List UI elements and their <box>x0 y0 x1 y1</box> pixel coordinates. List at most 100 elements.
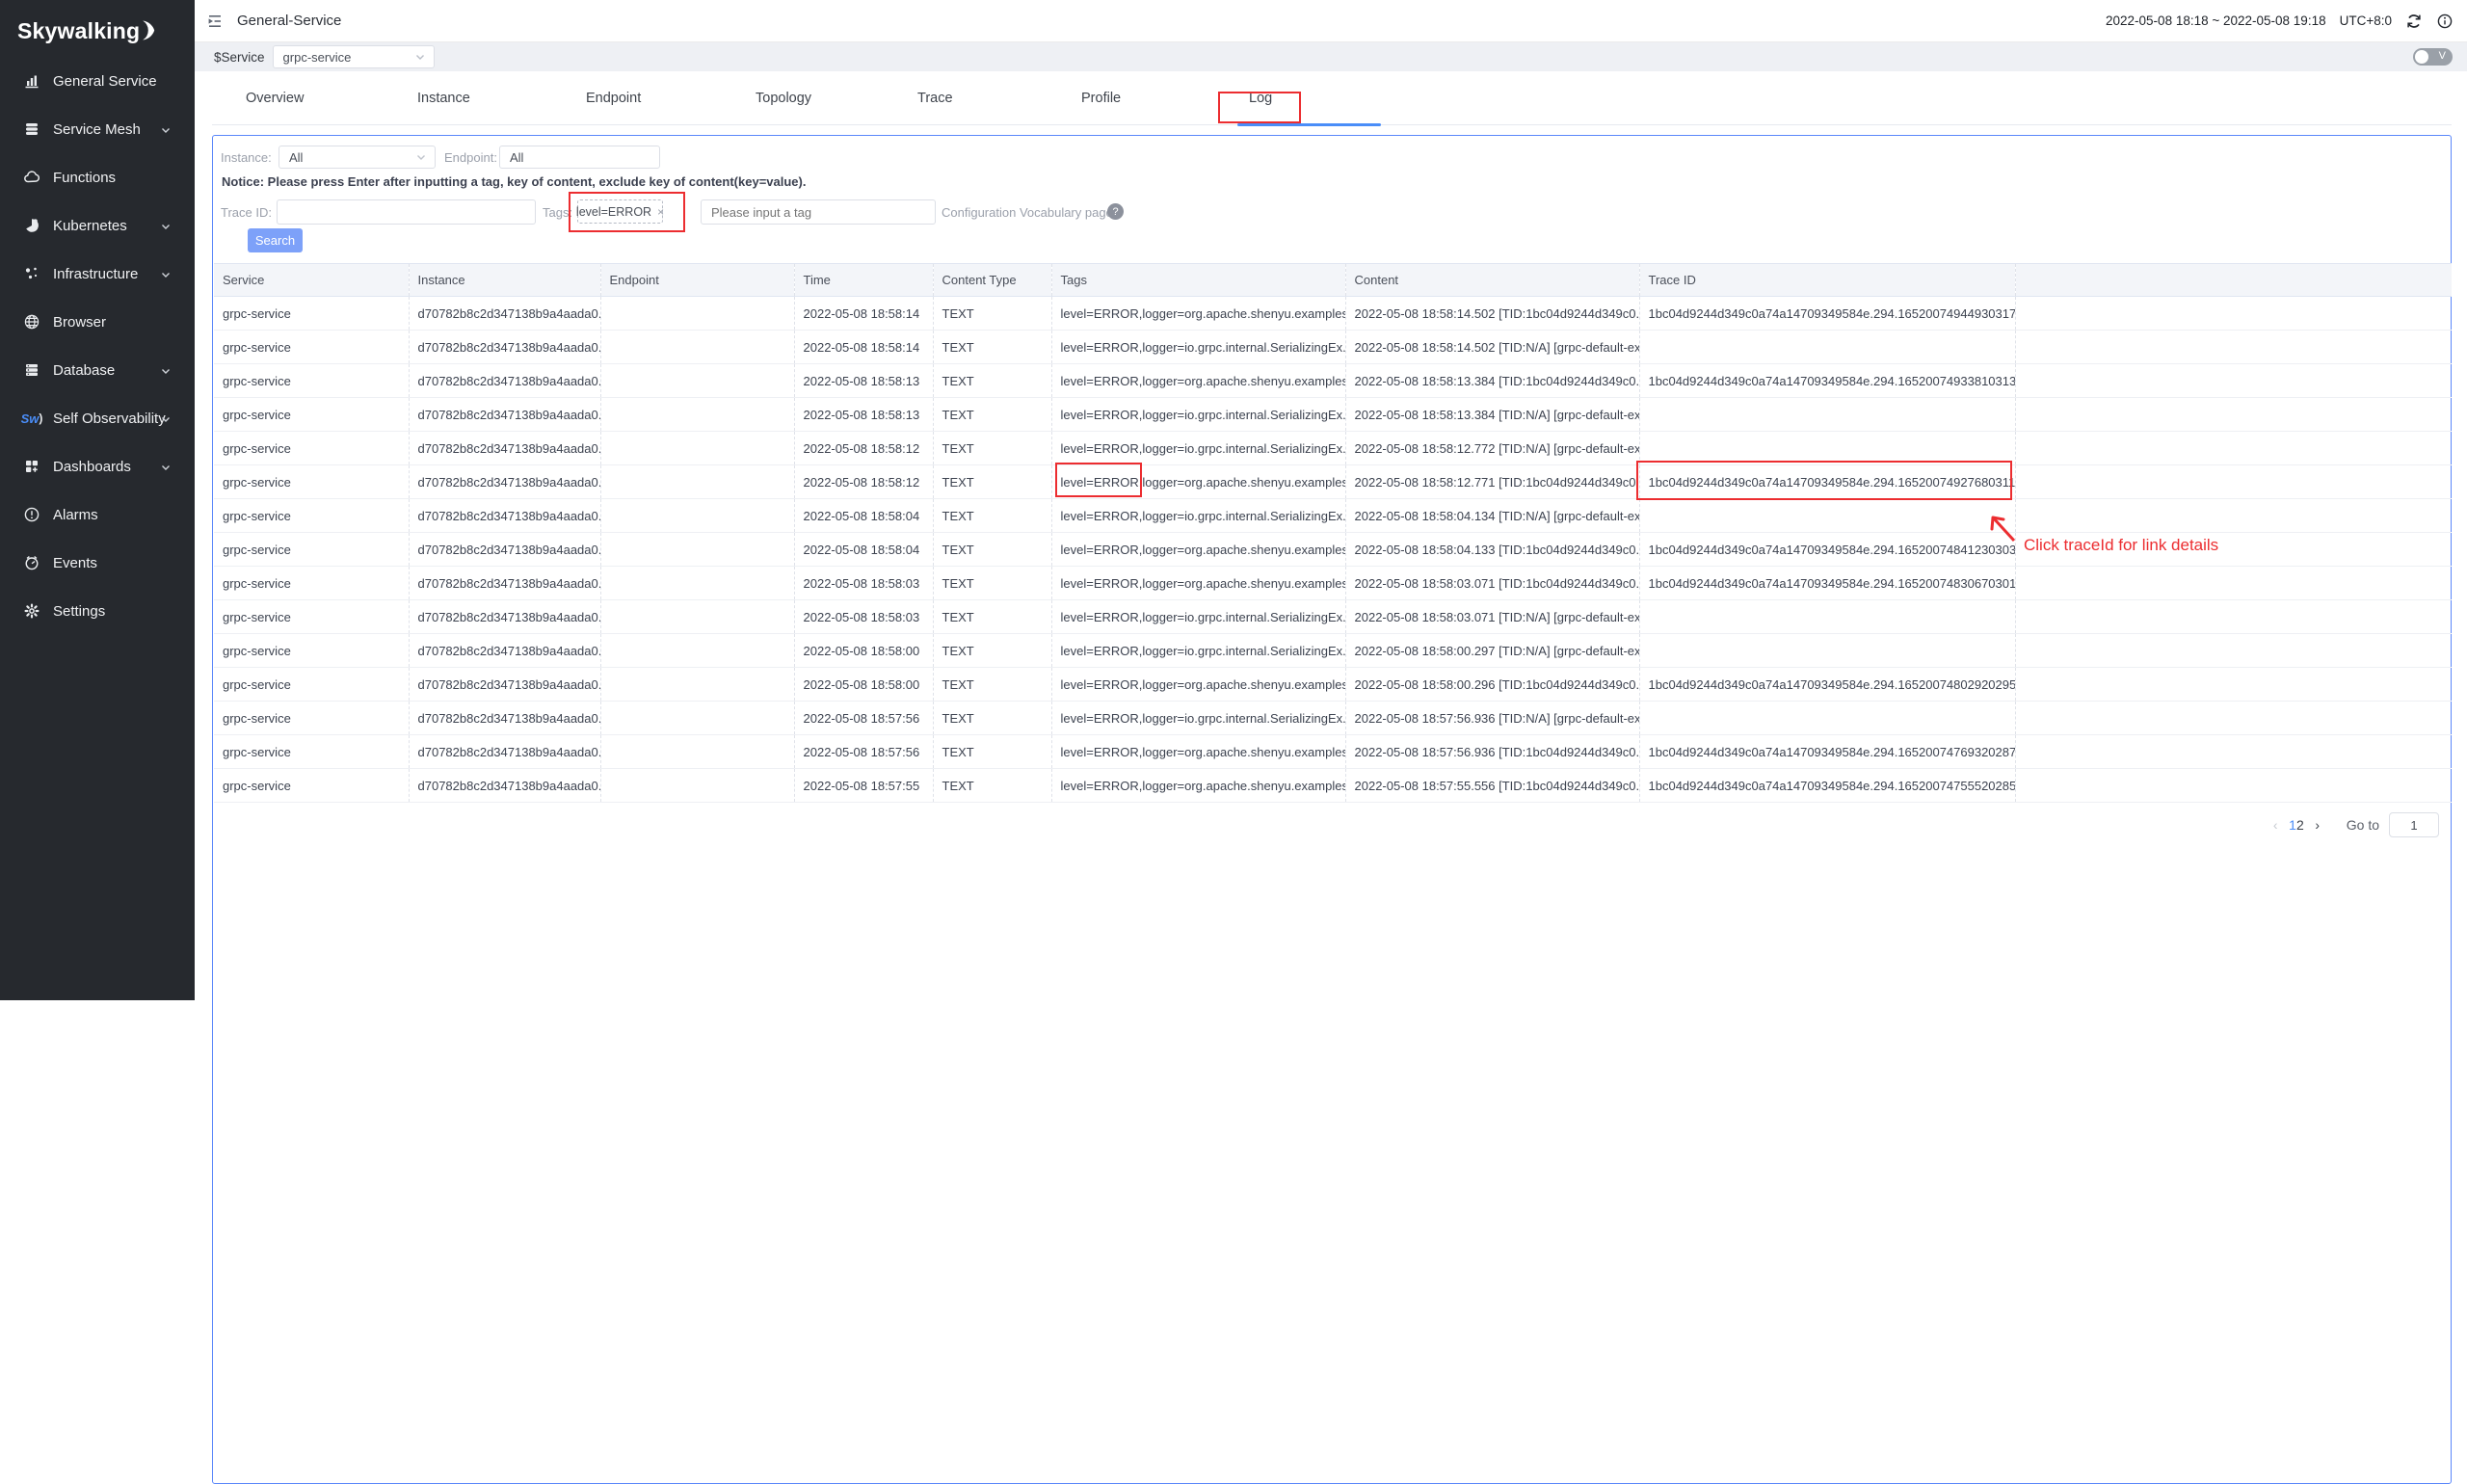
tag-input-field[interactable] <box>711 205 935 220</box>
sidebar-item-self-observability[interactable]: Sw)Self Observability <box>0 394 195 442</box>
notice-text: Notice: Please press Enter after inputti… <box>222 174 806 189</box>
tab-topology[interactable]: Topology <box>756 91 811 106</box>
table-row: grpc-serviced70782b8c2d347138b9a4aada0..… <box>214 735 2452 769</box>
info-icon[interactable] <box>2436 13 2454 30</box>
cell-tags: level=ERROR,logger=io.grpc.internal.Seri… <box>1051 600 1345 634</box>
instance-filter-label: Instance: <box>221 150 272 165</box>
sidebar-item-browser[interactable]: Browser <box>0 298 195 346</box>
cell-content-type: TEXT <box>933 364 1051 398</box>
cell-service: grpc-service <box>214 533 409 567</box>
sidebar-item-infrastructure[interactable]: Infrastructure <box>0 250 195 298</box>
table-row: grpc-serviced70782b8c2d347138b9a4aada0..… <box>214 499 2452 533</box>
tab-profile[interactable]: Profile <box>1081 91 1121 106</box>
cell-trace-id[interactable]: 1bc04d9244d349c0a74a14709349584e.294.165… <box>1639 567 2015 600</box>
cell-endpoint <box>600 769 794 803</box>
cell-tags: level=ERROR,logger=org.apache.shenyu.exa… <box>1051 769 1345 803</box>
cell-time: 2022-05-08 18:58:03 <box>794 567 933 600</box>
sidebar-item-functions[interactable]: Functions <box>0 153 195 201</box>
cell-trace-id[interactable]: 1bc04d9244d349c0a74a14709349584e.294.165… <box>1639 668 2015 702</box>
vocabulary-link[interactable]: Configuration Vocabulary page <box>942 205 1113 220</box>
tag-input[interactable] <box>701 199 936 225</box>
sidebar-item-settings[interactable]: Settings <box>0 587 195 635</box>
chevron-down-icon <box>160 268 172 279</box>
tag-chip-level-error[interactable]: level=ERROR × <box>577 199 663 224</box>
tab-endpoint[interactable]: Endpoint <box>586 91 641 106</box>
service-select[interactable]: grpc-service <box>273 45 435 68</box>
next-page-button[interactable]: › <box>2304 817 2331 833</box>
cell-content-type: TEXT <box>933 533 1051 567</box>
sidebar-item-events[interactable]: Events <box>0 539 195 587</box>
page-button-2[interactable]: 2 <box>2296 817 2304 833</box>
tab-trace[interactable]: Trace <box>917 91 953 106</box>
sidebar-item-alarms[interactable]: Alarms <box>0 490 195 539</box>
cell-service: grpc-service <box>214 735 409 769</box>
prev-page-button[interactable]: ‹ <box>2262 817 2289 833</box>
grid-plus-icon <box>23 458 40 475</box>
refresh-icon[interactable] <box>2405 13 2423 30</box>
cell-trace-id[interactable]: 1bc04d9244d349c0a74a14709349584e.294.165… <box>1639 297 2015 331</box>
cell-content-type: TEXT <box>933 735 1051 769</box>
time-range[interactable]: 2022-05-08 18:18 ~ 2022-05-08 19:18 <box>2106 13 2326 28</box>
tab-log[interactable]: Log <box>1249 91 1272 106</box>
help-icon[interactable]: ? <box>1107 203 1124 220</box>
cell-content: 2022-05-08 18:57:56.936 [TID:1bc04d9244d… <box>1345 735 1639 769</box>
trace-id-input-field[interactable] <box>287 205 535 220</box>
cell-filler <box>2015 668 2452 702</box>
cell-instance: d70782b8c2d347138b9a4aada0... <box>409 702 600 735</box>
cell-tags: level=ERROR,logger=io.grpc.internal.Seri… <box>1051 432 1345 465</box>
table-row: grpc-serviced70782b8c2d347138b9a4aada0..… <box>214 634 2452 668</box>
sidebar-item-database[interactable]: Database <box>0 346 195 394</box>
cell-trace-id[interactable]: 1bc04d9244d349c0a74a14709349584e.294.165… <box>1639 735 2015 769</box>
sidebar-item-service-mesh[interactable]: Service Mesh <box>0 105 195 153</box>
cell-filler <box>2015 398 2452 432</box>
cell-trace-id[interactable]: 1bc04d9244d349c0a74a14709349584e.294.165… <box>1639 769 2015 803</box>
cell-time: 2022-05-08 18:58:12 <box>794 432 933 465</box>
cell-trace-id[interactable]: 1bc04d9244d349c0a74a14709349584e.294.165… <box>1639 465 2015 499</box>
goto-page-field[interactable] <box>2390 813 2438 836</box>
endpoint-filter-input[interactable]: All <box>499 146 660 169</box>
cell-instance: d70782b8c2d347138b9a4aada0... <box>409 297 600 331</box>
sidebar-item-general-service[interactable]: General Service <box>0 57 195 105</box>
auto-refresh-toggle[interactable]: V <box>2413 48 2453 66</box>
table-row: grpc-serviced70782b8c2d347138b9a4aada0..… <box>214 432 2452 465</box>
remove-tag-icon[interactable]: × <box>657 205 664 219</box>
sidebar-item-kubernetes[interactable]: Kubernetes <box>0 201 195 250</box>
cell-instance: d70782b8c2d347138b9a4aada0... <box>409 499 600 533</box>
cell-endpoint <box>600 398 794 432</box>
cell-trace-id[interactable]: 1bc04d9244d349c0a74a14709349584e.294.165… <box>1639 364 2015 398</box>
tab-instance[interactable]: Instance <box>417 91 470 106</box>
goto-page-input[interactable] <box>2389 812 2439 837</box>
sidebar-item-label: Functions <box>53 170 116 186</box>
cell-tags: level=ERROR,logger=io.grpc.internal.Seri… <box>1051 634 1345 668</box>
cell-time: 2022-05-08 18:58:00 <box>794 634 933 668</box>
cell-time: 2022-05-08 18:58:12 <box>794 465 933 499</box>
sidebar-menu: General ServiceService Mesh Functions Kube… <box>0 57 195 635</box>
cell-filler <box>2015 600 2452 634</box>
cell-trace-id <box>1639 499 2015 533</box>
cell-time: 2022-05-08 18:58:13 <box>794 398 933 432</box>
column-header-instance: Instance <box>409 264 600 297</box>
cell-endpoint <box>600 600 794 634</box>
chevron-down-icon <box>160 220 172 231</box>
cell-content: 2022-05-08 18:58:12.772 [TID:N/A] [grpc-… <box>1345 432 1639 465</box>
sidebar-item-dashboards[interactable]: Dashboards <box>0 442 195 490</box>
collapse-menu-icon[interactable] <box>206 13 224 30</box>
trace-id-input[interactable] <box>277 199 536 225</box>
utc-offset[interactable]: UTC+8:0 <box>2340 13 2392 28</box>
cell-tags: level=ERROR,logger=org.apache.shenyu.exa… <box>1051 735 1345 769</box>
cell-content: 2022-05-08 18:58:12.771 [TID:1bc04d9244d… <box>1345 465 1639 499</box>
cell-trace-id <box>1639 398 2015 432</box>
cell-trace-id[interactable]: 1bc04d9244d349c0a74a14709349584e.294.165… <box>1639 533 2015 567</box>
logo-text: Skywalking <box>17 18 140 44</box>
cell-service: grpc-service <box>214 702 409 735</box>
tabs: Overview Instance Endpoint Topology Trace Pro… <box>212 71 2452 125</box>
page-button-1[interactable]: 1 <box>2289 817 2296 833</box>
tab-overview[interactable]: Overview <box>246 91 304 106</box>
instance-filter-select[interactable]: All <box>279 146 436 169</box>
sidebar-item-label: Self Observability <box>53 411 166 427</box>
logo-moon-icon <box>141 20 155 40</box>
search-button[interactable]: Search <box>248 228 303 252</box>
table-row: grpc-serviced70782b8c2d347138b9a4aada0..… <box>214 702 2452 735</box>
cell-content: 2022-05-08 18:58:00.296 [TID:1bc04d9244d… <box>1345 668 1639 702</box>
cell-tags: level=ERROR,logger=org.apache.shenyu.exa… <box>1051 567 1345 600</box>
